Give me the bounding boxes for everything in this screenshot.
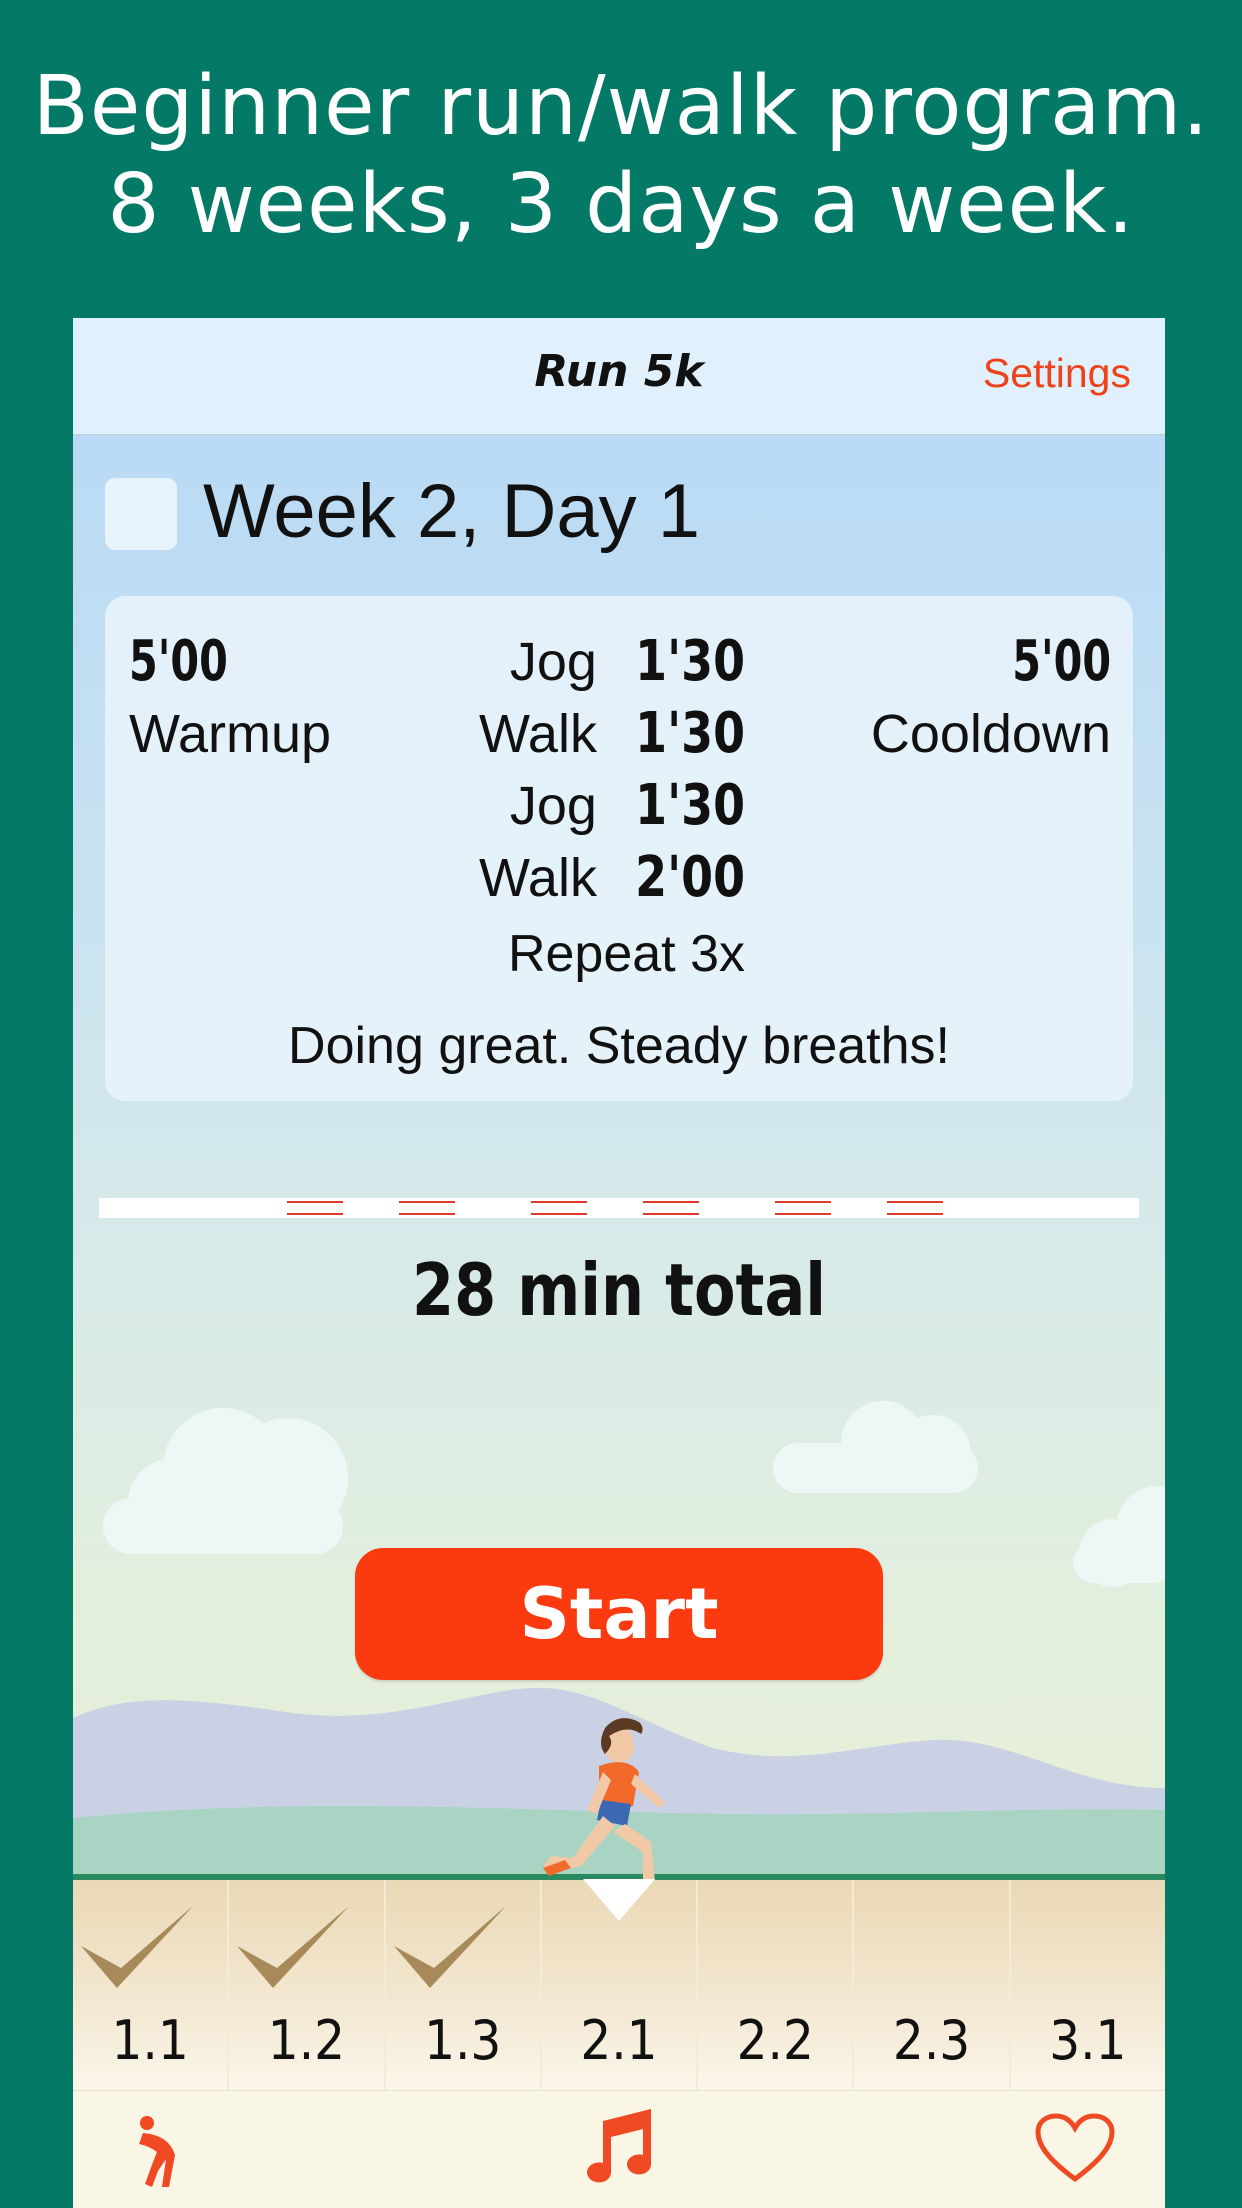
warmup-column: 5'00 Warmup bbox=[129, 626, 331, 770]
checkmark-icon bbox=[81, 1906, 193, 1988]
day-complete-checkbox[interactable] bbox=[105, 478, 177, 550]
music-note-icon[interactable] bbox=[581, 2107, 657, 2189]
day-picker: 1.1 1.2 1.3 2.1 2.2 2.3 3.1 bbox=[73, 1879, 1165, 2090]
repeat-label: Repeat 3x bbox=[507, 925, 745, 983]
interval-timeline bbox=[99, 1198, 1139, 1218]
warmup-time: 5'00 bbox=[129, 629, 228, 694]
interval-label: Jog bbox=[509, 632, 597, 692]
day-label: 1.1 bbox=[111, 2009, 189, 2072]
nav-bar: Run 5k Settings bbox=[73, 318, 1165, 435]
checkmark-icon bbox=[393, 1906, 506, 1988]
cloud-left bbox=[103, 1408, 348, 1554]
promo-headline: Beginner run/walk program. 8 weeks, 3 da… bbox=[0, 58, 1242, 254]
app-screen: Run 5k Settings Week 2, Day 1 5'00 Warmu… bbox=[73, 318, 1165, 2208]
day-label: 2.1 bbox=[580, 2009, 658, 2072]
interval-row: Jog 1'30 bbox=[479, 770, 745, 842]
warmup-label: Warmup bbox=[129, 704, 332, 764]
cooldown-label: Cooldown bbox=[870, 704, 1111, 764]
current-day-pointer bbox=[582, 1879, 655, 1921]
timeline-segment bbox=[531, 1201, 587, 1215]
day-item[interactable]: 2.3 bbox=[854, 1880, 1011, 2090]
stretch-icon[interactable] bbox=[135, 2113, 195, 2189]
interval-duration: 2'00 bbox=[635, 845, 745, 910]
cooldown-column: 5'00 Cooldown bbox=[871, 626, 1111, 770]
settings-button[interactable]: Settings bbox=[983, 350, 1131, 397]
tab-bar bbox=[73, 2090, 1165, 2208]
interval-duration: 1'30 bbox=[635, 629, 745, 694]
interval-label: Walk bbox=[478, 704, 597, 764]
checkmark-icon bbox=[237, 1906, 350, 1988]
day-label: 2.2 bbox=[736, 2009, 814, 2072]
day-label: 2.3 bbox=[892, 2009, 971, 2072]
timeline-segment bbox=[643, 1201, 699, 1215]
timeline-segment bbox=[887, 1201, 943, 1215]
timeline-segment bbox=[775, 1201, 831, 1215]
workout-card: 5'00 Warmup Jog 1'30 Walk 1'30 Jog 1'30 Wal… bbox=[105, 596, 1133, 1101]
day-item[interactable]: 2.2 bbox=[698, 1880, 855, 2090]
day-label: 1.2 bbox=[267, 2009, 346, 2072]
day-item[interactable]: 1.3 bbox=[385, 1880, 542, 2090]
workout-title: Week 2, Day 1 bbox=[203, 469, 701, 554]
interval-row: Walk 2'00 bbox=[479, 842, 745, 914]
timeline-segment bbox=[287, 1201, 343, 1215]
interval-label: Jog bbox=[509, 776, 597, 836]
encouragement-text: Doing great. Steady breaths! bbox=[288, 1017, 950, 1075]
promo-line-1: Beginner run/walk program. bbox=[32, 59, 1210, 154]
day-label: 3.1 bbox=[1049, 2009, 1127, 2072]
cloud-edge bbox=[1073, 1486, 1165, 1587]
interval-list: Jog 1'30 Walk 1'30 Jog 1'30 Walk 2'00 Repeat… bbox=[479, 626, 745, 994]
cooldown-time: 5'00 bbox=[1012, 629, 1111, 694]
timeline-segment bbox=[399, 1201, 455, 1215]
cloud-right bbox=[773, 1401, 978, 1493]
day-item[interactable]: 1.1 bbox=[73, 1880, 230, 2090]
heart-icon[interactable] bbox=[1035, 2113, 1115, 2183]
interval-row: Jog 1'30 bbox=[479, 626, 745, 698]
interval-label: Walk bbox=[478, 848, 597, 908]
start-button[interactable]: Start bbox=[355, 1548, 883, 1680]
day-item[interactable]: 3.1 bbox=[1010, 1880, 1165, 2090]
day-label: 1.3 bbox=[424, 2009, 502, 2072]
promo-line-2: 8 weeks, 3 days a week. bbox=[107, 157, 1135, 252]
day-item[interactable]: 1.2 bbox=[229, 1880, 386, 2090]
interval-duration: 1'30 bbox=[635, 773, 745, 838]
day-item-current[interactable]: 2.1 bbox=[541, 1879, 699, 2090]
interval-row: Walk 1'30 bbox=[479, 698, 745, 770]
interval-duration: 1'30 bbox=[635, 701, 745, 766]
total-duration: 28 min total bbox=[411, 1248, 826, 1332]
